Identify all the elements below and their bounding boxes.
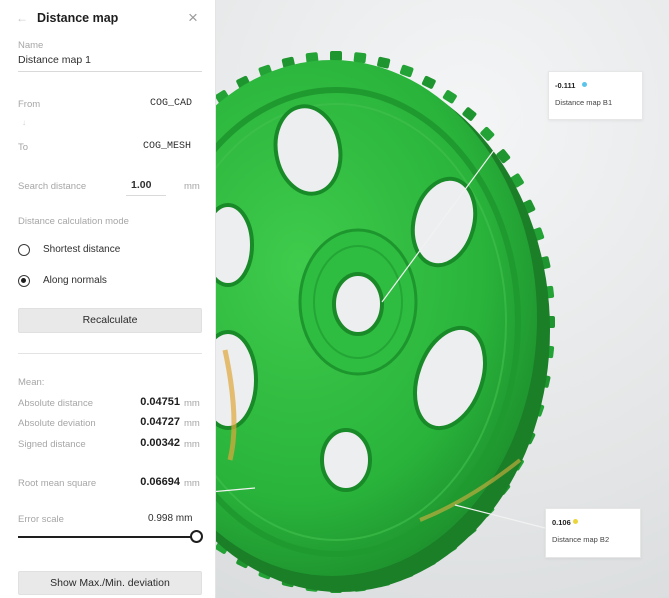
recalculate-button[interactable]: Recalculate bbox=[18, 308, 202, 333]
error-scale-slider-track[interactable] bbox=[18, 536, 196, 538]
show-max-min-deviation-button[interactable]: Show Max./Min. deviation bbox=[18, 571, 202, 595]
stat-unit: mm bbox=[184, 398, 200, 409]
panel-divider bbox=[18, 353, 202, 354]
annotation-name: Distance map B1 bbox=[555, 98, 613, 107]
error-scale-label: Error scale bbox=[18, 514, 64, 525]
annotation-dot-icon bbox=[573, 519, 578, 524]
radio-shortest-distance[interactable] bbox=[18, 244, 30, 256]
name-input[interactable]: Distance map 1 bbox=[18, 54, 91, 66]
from-select[interactable]: COG_CAD bbox=[150, 98, 192, 109]
radio-shortest-label: Shortest distance bbox=[43, 244, 121, 255]
rms-label: Root mean square bbox=[18, 478, 97, 489]
stat-unit: mm bbox=[184, 418, 200, 429]
annotation-name: Distance map B2 bbox=[552, 535, 610, 544]
radio-along-label: Along normals bbox=[43, 275, 107, 286]
search-distance-input[interactable]: 1.00 bbox=[131, 179, 151, 191]
search-distance-label: Search distance bbox=[18, 181, 87, 192]
to-label: To bbox=[18, 142, 29, 153]
stat-value: 0.04751 bbox=[140, 396, 180, 408]
stat-unit: mm bbox=[184, 439, 200, 450]
close-icon[interactable]: × bbox=[188, 8, 198, 28]
panel-header: ← Distance map × bbox=[0, 8, 216, 32]
name-label: Name bbox=[18, 40, 44, 51]
stat-value: 0.04727 bbox=[140, 416, 180, 428]
annotation-value: -0.111 bbox=[555, 81, 576, 90]
rms-value: 0.06694 bbox=[140, 476, 180, 488]
from-label: From bbox=[18, 99, 41, 110]
stat-value: 0.00342 bbox=[140, 437, 180, 449]
stat-label: Absolute distance bbox=[18, 398, 93, 409]
gear-tooth bbox=[353, 52, 367, 64]
back-arrow-icon[interactable]: ← bbox=[16, 11, 28, 25]
search-distance-unit: mm bbox=[184, 181, 200, 192]
gear-tooth bbox=[442, 90, 457, 104]
stat-label: Absolute deviation bbox=[18, 418, 96, 429]
calc-mode-label: Distance calculation mode bbox=[18, 216, 129, 227]
distance-map-panel: ← Distance map × Name Distance map 1 Fro… bbox=[0, 0, 216, 598]
swap-arrow-icon[interactable]: ↓ bbox=[22, 118, 26, 127]
annotation-value: 0.106 bbox=[552, 518, 571, 527]
annotation-card-b1[interactable]: -0.111 Distance map B1 bbox=[548, 71, 643, 120]
search-distance-underline bbox=[126, 195, 166, 196]
gear-bore bbox=[332, 272, 384, 336]
to-select[interactable]: COG_MESH bbox=[143, 141, 191, 152]
annotation-card-b2[interactable]: 0.106 Distance map B2 bbox=[545, 508, 641, 558]
stat-label: Signed distance bbox=[18, 439, 86, 450]
rms-unit: mm bbox=[184, 478, 200, 489]
radio-along-normals[interactable] bbox=[18, 275, 30, 287]
error-scale-slider-thumb[interactable] bbox=[190, 530, 203, 543]
name-underline bbox=[18, 71, 202, 72]
mean-label: Mean: bbox=[18, 377, 45, 388]
gear-tooth bbox=[330, 51, 342, 61]
error-scale-value: 0.998 mm bbox=[148, 513, 193, 524]
panel-title: Distance map bbox=[37, 11, 119, 25]
annotation-dot-icon bbox=[582, 82, 587, 87]
